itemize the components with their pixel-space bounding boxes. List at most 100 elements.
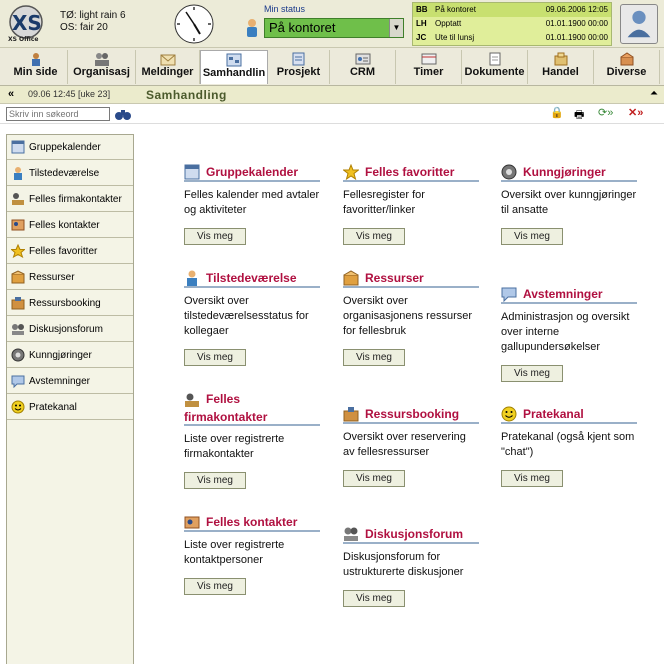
collapse-button[interactable]: ⏶ xyxy=(650,88,658,99)
close-icon[interactable]: ✕» xyxy=(628,106,643,119)
sidebar-item-felles-kontakter[interactable]: Felles kontakter xyxy=(7,213,133,238)
card-title[interactable]: Gruppekalender xyxy=(206,165,298,179)
poll-icon xyxy=(501,287,517,302)
card-title[interactable]: Ressursbooking xyxy=(365,407,459,421)
box-icon xyxy=(11,270,25,284)
tab-meldinger[interactable]: Meldinger xyxy=(136,50,200,84)
tab-handel[interactable]: Handel xyxy=(528,50,594,84)
envelope-icon xyxy=(160,54,175,66)
vis-meg-button[interactable]: Vis meg xyxy=(184,578,246,595)
print-icon[interactable]: 🖶 xyxy=(574,106,584,125)
vis-meg-button[interactable]: Vis meg xyxy=(184,228,246,245)
card-title[interactable]: Ressurser xyxy=(365,271,424,285)
weather-line: OS: fair 20 xyxy=(60,22,108,33)
card-title[interactable]: Diskusjonsforum xyxy=(365,527,463,541)
tab-diverse[interactable]: Diverse xyxy=(594,50,660,84)
timer-icon xyxy=(421,53,436,65)
user-status: Ute til lunsj xyxy=(435,33,475,42)
sidebar-item-label: Tilstedeværelse xyxy=(29,168,100,179)
card-title[interactable]: Avstemninger xyxy=(523,287,603,301)
vis-meg-button[interactable]: Vis meg xyxy=(501,228,563,245)
trade-icon xyxy=(554,52,567,66)
user-row[interactable]: BB På kontoret 09.06.2006 12:05 xyxy=(413,3,611,17)
toolbar-actions: 🔒 🖶 ⟳» ✕» xyxy=(548,106,658,122)
vis-meg-button[interactable]: Vis meg xyxy=(184,472,246,489)
sidebar-item-label: Pratekanal xyxy=(29,402,77,413)
status-select[interactable]: På kontoret ▼ xyxy=(264,18,404,38)
user-profile-icon[interactable] xyxy=(620,4,658,44)
calendar-icon xyxy=(11,140,25,154)
sidebar-item-tilstedevaerelse[interactable]: Tilstedeværelse xyxy=(7,161,133,186)
card-description: Pratekanal (også kjent som "chat") xyxy=(501,431,635,458)
sidebar-item-avstemninger[interactable]: Avstemninger xyxy=(7,369,133,394)
tab-label: Organisasj xyxy=(73,66,130,78)
card-title[interactable]: Tilstedeværelse xyxy=(206,271,297,285)
vis-meg-button[interactable]: Vis meg xyxy=(343,470,405,487)
card-description: Diskusjonsforum for ustrukturerte diskus… xyxy=(343,551,464,578)
vis-meg-button[interactable]: Vis meg xyxy=(501,470,563,487)
tab-organisasjon[interactable]: Organisasj xyxy=(68,50,136,84)
sidebar-item-felles-favoritter[interactable]: Felles favoritter xyxy=(7,239,133,264)
card-title[interactable]: Pratekanal xyxy=(523,407,584,421)
toolbar: 🔒 🖶 ⟳» ✕» xyxy=(0,104,664,124)
user-row[interactable]: LH Opptatt 01.01.1900 00:00 xyxy=(413,17,611,31)
sidebar-item-kunngjoringer[interactable]: Kunngjøringer xyxy=(7,343,133,368)
tab-samhandling[interactable]: Samhandlin xyxy=(200,50,268,84)
binoculars-icon[interactable] xyxy=(114,106,132,122)
user-timestamp: 09.06.2006 12:05 xyxy=(545,5,608,14)
card-title[interactable]: Felles favoritter xyxy=(365,165,454,179)
card-description: Oversikt over organisasjonens ressurser … xyxy=(343,295,473,337)
crm-icon xyxy=(355,53,370,65)
app-window: XS XS Office TØ: light rain 6 OS: fair 2… xyxy=(0,0,664,664)
card-title[interactable]: Felles kontakter xyxy=(206,515,297,529)
user-status: På kontoret xyxy=(435,5,476,14)
card-title[interactable]: Kunngjøringer xyxy=(523,165,606,179)
date-week: 09.06 12:45 [uke 23] xyxy=(28,89,111,99)
company-contacts-icon xyxy=(12,193,24,205)
sidebar-item-ressursbooking[interactable]: Ressursbooking xyxy=(7,291,133,316)
card-gruppekalender: Gruppekalender Felles kalender med avtal… xyxy=(184,162,320,245)
tab-label: Dokumente xyxy=(464,66,525,78)
svg-text:XS: XS xyxy=(12,11,42,35)
tab-label: Samhandlin xyxy=(202,67,266,79)
tab-prosjekt[interactable]: Prosjekt xyxy=(268,50,330,84)
search-input[interactable] xyxy=(6,107,110,121)
export-icon[interactable]: ⟳» xyxy=(598,106,613,119)
tab-timer[interactable]: Timer xyxy=(396,50,462,84)
sidebar-item-label: Avstemninger xyxy=(29,376,90,387)
user-initials: BB xyxy=(416,5,428,14)
vis-meg-button[interactable]: Vis meg xyxy=(184,349,246,366)
sidebar-item-diskusjonsforum[interactable]: Diskusjonsforum xyxy=(7,317,133,342)
sidebar-item-pratekanal[interactable]: Pratekanal xyxy=(7,395,133,420)
sidebar-item-felles-firmakontakter[interactable]: Felles firmakontakter xyxy=(7,187,133,212)
vis-meg-button[interactable]: Vis meg xyxy=(343,349,405,366)
tab-dokumenter[interactable]: Dokumente xyxy=(462,50,528,84)
page-title: Samhandling xyxy=(146,88,227,102)
sidebar-item-gruppekalender[interactable]: Gruppekalender xyxy=(7,135,133,160)
vis-meg-button[interactable]: Vis meg xyxy=(343,228,405,245)
status-value: På kontoret xyxy=(269,20,336,35)
back-button[interactable]: « xyxy=(8,88,14,100)
my-status: Min status På kontoret ▼ xyxy=(234,2,410,46)
box-icon xyxy=(343,270,359,286)
tab-min-side[interactable]: Min side xyxy=(4,50,68,84)
card-avstemninger: Avstemninger Administrasjon og oversikt … xyxy=(501,284,637,382)
clock-icon xyxy=(174,4,214,44)
user-row[interactable]: JC Ute til lunsj 01.01.1900 00:00 xyxy=(413,31,611,45)
tab-label: Timer xyxy=(413,66,444,78)
vis-meg-button[interactable]: Vis meg xyxy=(501,365,563,382)
chevron-down-icon[interactable]: ▼ xyxy=(389,19,403,37)
tab-label: Min side xyxy=(13,66,58,78)
tab-label: Handel xyxy=(542,66,579,78)
sidebar-item-label: Felles favoritter xyxy=(29,246,98,257)
card-felles-firmakontakter: Felles firmakontakter Liste over registr… xyxy=(184,390,320,489)
person-icon xyxy=(187,270,197,286)
vis-meg-button[interactable]: Vis meg xyxy=(343,590,405,607)
lock-icon[interactable]: 🔒 xyxy=(550,106,564,119)
tab-label: Meldinger xyxy=(141,66,194,78)
card-title[interactable]: Felles firmakontakter xyxy=(184,390,312,426)
smiley-icon xyxy=(501,406,517,422)
card-felles-kontakter: Felles kontakter Liste over registrerte … xyxy=(184,512,320,595)
tab-crm[interactable]: CRM xyxy=(330,50,396,84)
sidebar-item-ressurser[interactable]: Ressurser xyxy=(7,265,133,290)
